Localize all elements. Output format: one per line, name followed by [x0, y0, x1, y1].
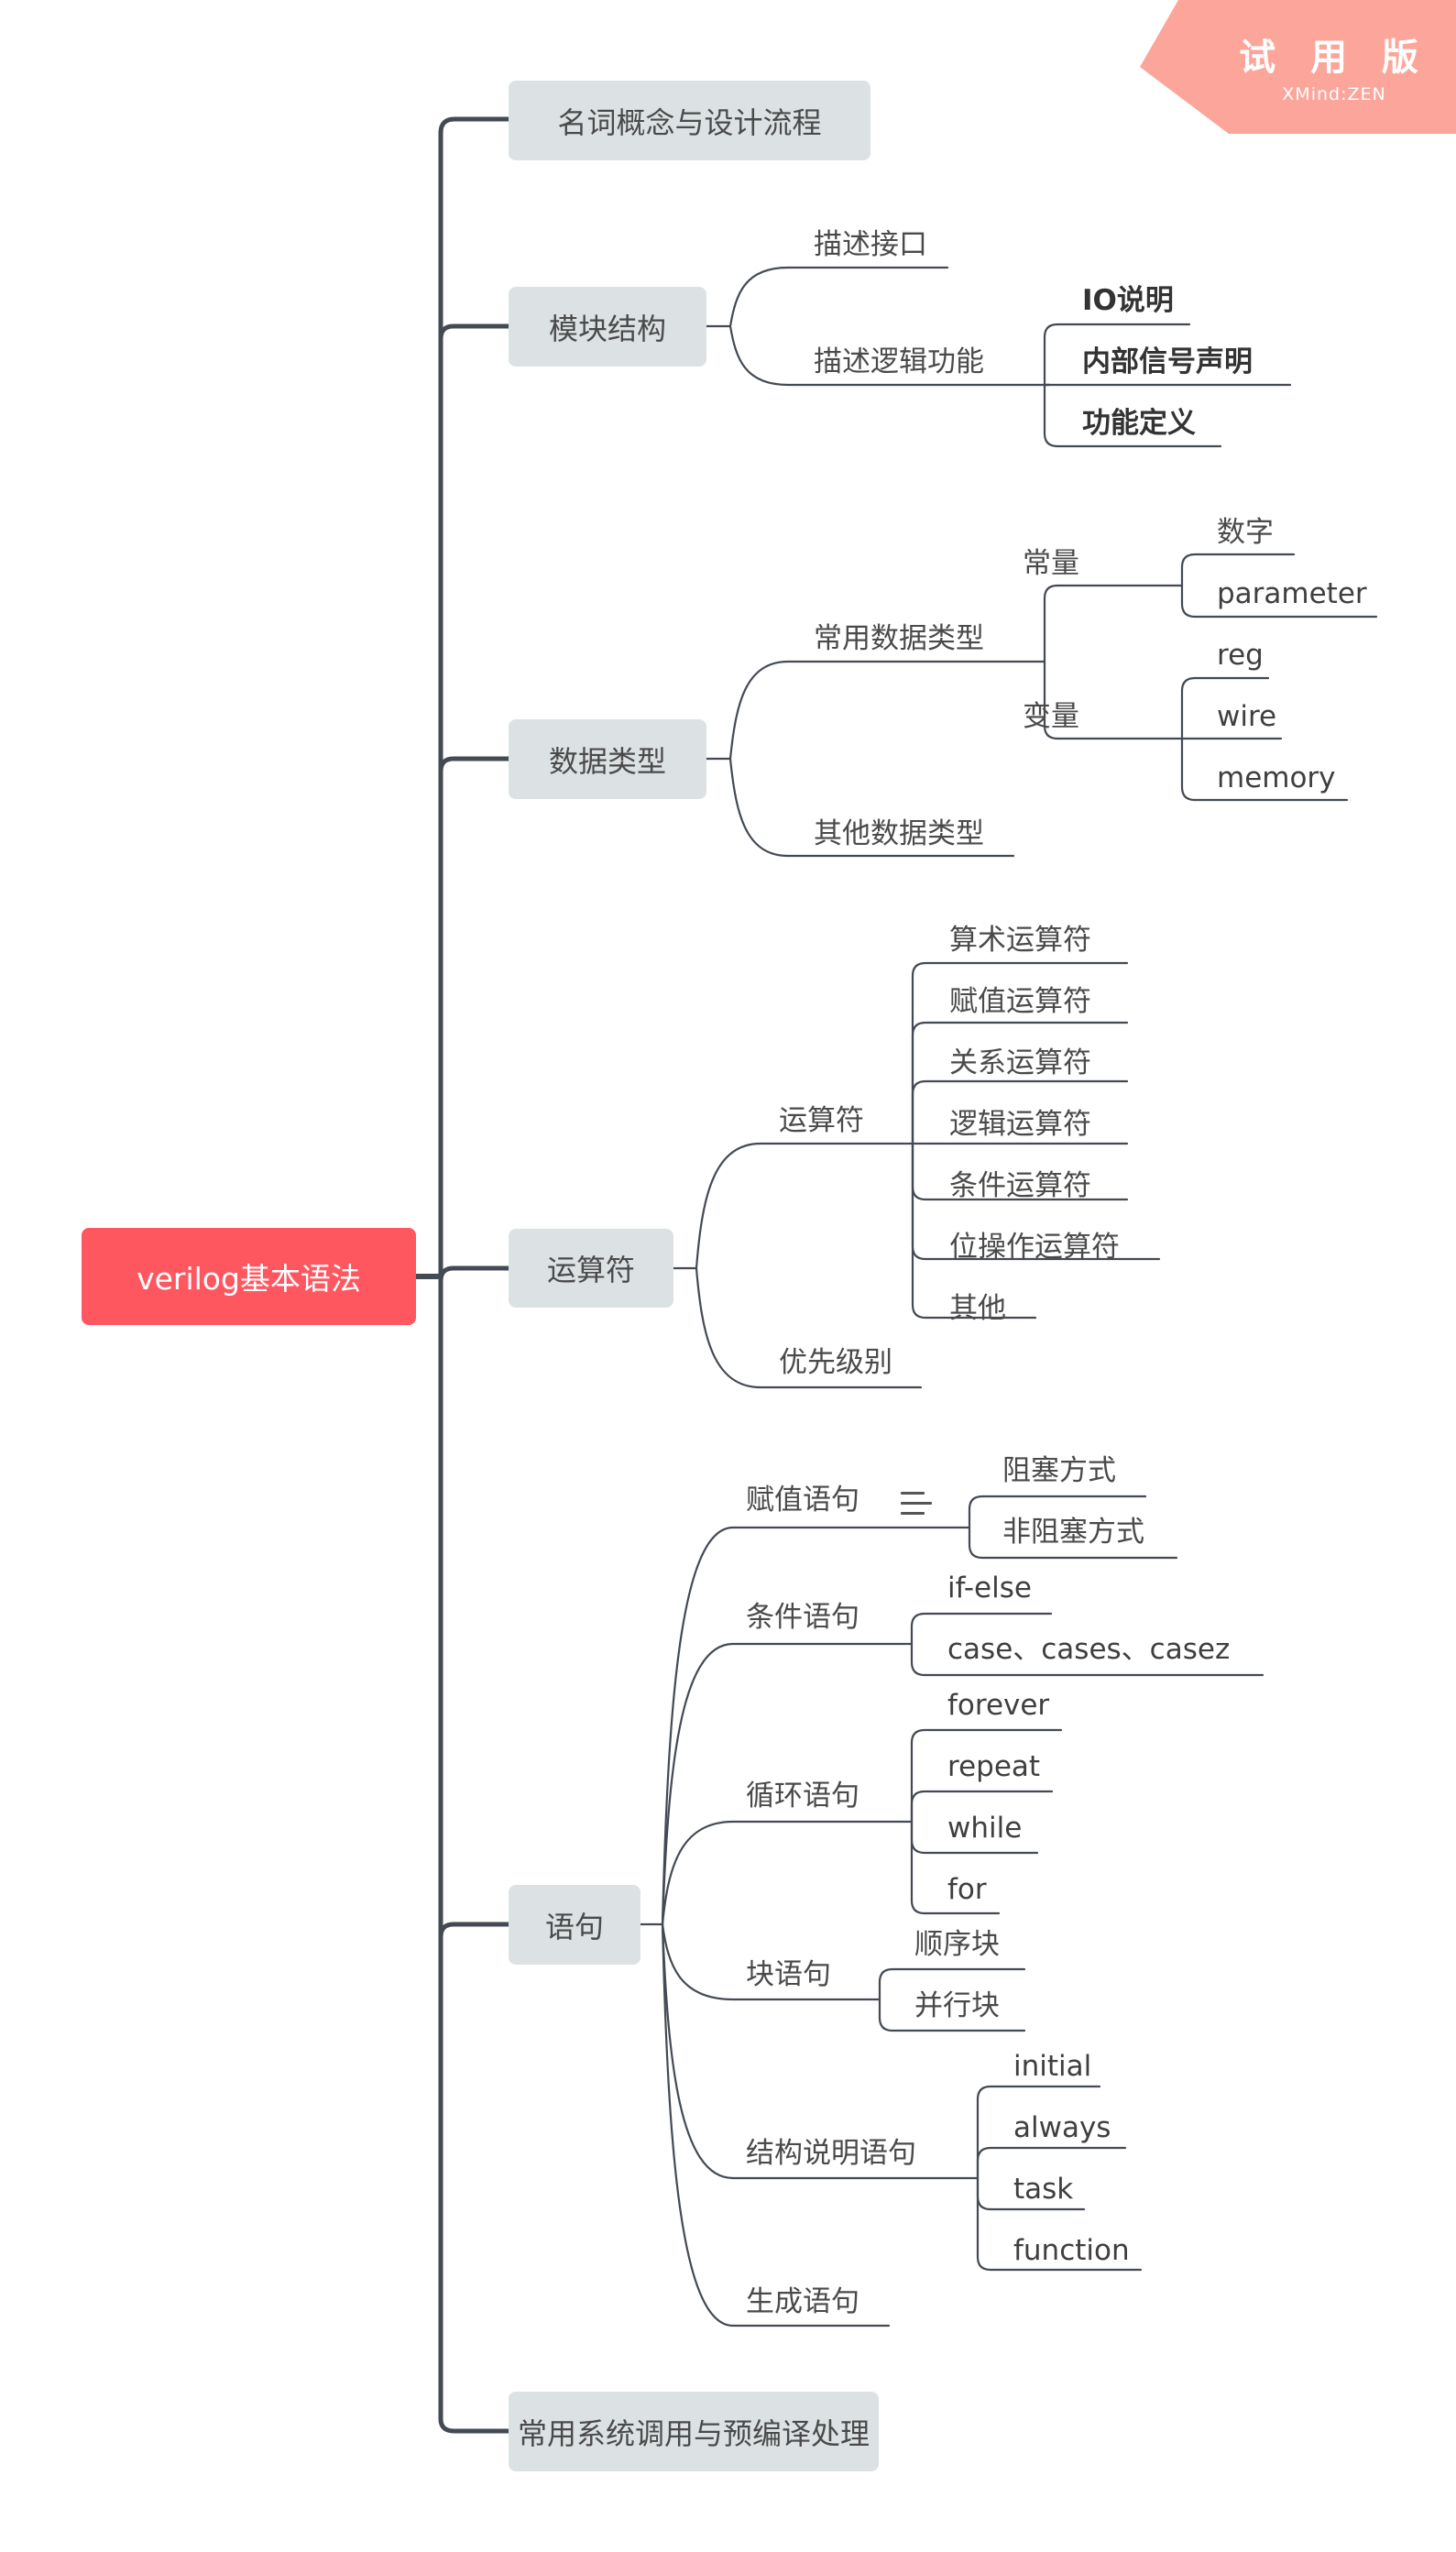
- subtopic-assignment-op[interactable]: 赋值运算符: [949, 988, 1091, 1016]
- subtopic-precedence[interactable]: 优先级别: [779, 1349, 892, 1377]
- subtopic-reg[interactable]: reg: [1217, 641, 1264, 670]
- notes-icon[interactable]: [901, 1492, 932, 1516]
- subtopic-loop-statement[interactable]: 循环语句: [746, 1782, 859, 1811]
- trunk-branch: [438, 1265, 511, 1284]
- branch-operators: [695, 1142, 914, 1270]
- subtopic-parameter[interactable]: parameter: [1217, 580, 1367, 608]
- subtopic-conditional-statement[interactable]: 条件语句: [746, 1604, 859, 1632]
- subtopic-memory[interactable]: memory: [1217, 764, 1336, 793]
- subtopic-logical-op[interactable]: 逻辑运算符: [949, 1111, 1091, 1139]
- branch-common-types: [728, 660, 1046, 761]
- subtopic-forever[interactable]: forever: [947, 1692, 1049, 1720]
- subtopic-constant[interactable]: 常量: [1023, 550, 1079, 578]
- subtopic-if-else[interactable]: if-else: [947, 1574, 1032, 1603]
- branch-loop-stmt: [661, 1820, 914, 1926]
- subtopic-bitwise-op[interactable]: 位操作运算符: [949, 1233, 1120, 1262]
- subtopic-structure-statement[interactable]: 结构说明语句: [746, 2140, 916, 2168]
- subtopic-describe-logic[interactable]: 描述逻辑功能: [814, 348, 984, 377]
- subtopic-function[interactable]: function: [1013, 2237, 1130, 2265]
- subtopic-internal-signal[interactable]: 内部信号声明: [1082, 348, 1253, 377]
- subtopic-task[interactable]: task: [1013, 2175, 1073, 2204]
- topic-statements[interactable]: 语句: [509, 1885, 640, 1965]
- subtopic-wire[interactable]: wire: [1217, 703, 1276, 731]
- branch-describe-interface: [728, 266, 949, 328]
- subtopic-other-data-types[interactable]: 其他数据类型: [814, 820, 984, 849]
- watermark-title: 试 用 版: [1239, 37, 1429, 79]
- branch-constant: [1043, 584, 1184, 663]
- subtopic-generate-statement[interactable]: 生成语句: [746, 2288, 859, 2317]
- trial-watermark-badge: 试 用 版 XMind:ZEN: [1140, 0, 1456, 134]
- topic-module-structure[interactable]: 模块结构: [509, 287, 706, 367]
- subtopic-parallel-block[interactable]: 并行块: [914, 1992, 1000, 2021]
- subtopic-block-statement[interactable]: 块语句: [746, 1961, 831, 1989]
- trunk-line: [438, 130, 511, 2434]
- topic-data-types[interactable]: 数据类型: [509, 719, 706, 799]
- subtopic-common-data-types[interactable]: 常用数据类型: [814, 625, 984, 653]
- subtopic-assignment-statement[interactable]: 赋值语句: [746, 1486, 859, 1515]
- subtopic-variable[interactable]: 变量: [1023, 703, 1079, 731]
- subtopic-function-definition[interactable]: 功能定义: [1082, 410, 1196, 438]
- topic-terms-design-flow[interactable]: 名词概念与设计流程: [509, 81, 870, 160]
- subtopic-arithmetic-op[interactable]: 算术运算符: [949, 926, 1091, 955]
- subtopic-operators[interactable]: 运算符: [779, 1107, 864, 1135]
- subtopic-always[interactable]: always: [1013, 2114, 1111, 2142]
- trunk-branch: [438, 1922, 511, 1940]
- topic-system-calls-precompile[interactable]: 常用系统调用与预编译处理: [509, 2392, 879, 2471]
- trunk-branch: [438, 323, 511, 342]
- subtopic-conditional-op[interactable]: 条件运算符: [949, 1172, 1091, 1200]
- branch-assign-stmt: [661, 1526, 971, 1926]
- root-topic[interactable]: verilog基本语法: [82, 1228, 416, 1325]
- subtopic-number[interactable]: 数字: [1217, 519, 1274, 547]
- subtopic-case[interactable]: case、cases、casez: [947, 1636, 1230, 1664]
- subtopic-for[interactable]: for: [947, 1876, 987, 1904]
- subtopic-io-declaration[interactable]: IO说明: [1082, 287, 1174, 315]
- watermark-subtitle: XMind:ZEN: [1282, 84, 1386, 104]
- subtopic-sequential-block[interactable]: 顺序块: [914, 1931, 1000, 1959]
- subtopic-describe-interface[interactable]: 描述接口: [814, 231, 927, 259]
- subtopic-blocking[interactable]: 阻塞方式: [1002, 1457, 1116, 1485]
- topic-operators[interactable]: 运算符: [509, 1229, 673, 1308]
- subtopic-relational-op[interactable]: 关系运算符: [949, 1049, 1091, 1078]
- subtopic-repeat[interactable]: repeat: [947, 1753, 1040, 1781]
- trunk-branch: [438, 116, 511, 136]
- subtopic-initial[interactable]: initial: [1013, 2053, 1091, 2081]
- subtopic-while[interactable]: while: [947, 1814, 1022, 1843]
- subtopic-nonblocking[interactable]: 非阻塞方式: [1002, 1518, 1144, 1547]
- subtopic-other-op[interactable]: 其他: [949, 1295, 1006, 1323]
- trunk-branch: [438, 756, 511, 774]
